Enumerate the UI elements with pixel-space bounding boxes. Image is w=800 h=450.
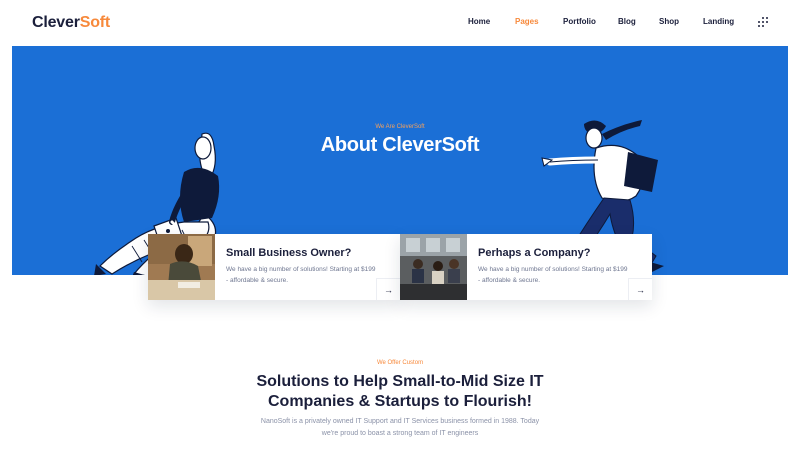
card-small-business[interactable]: Small Business Owner? We have a big numb… (148, 234, 400, 300)
section-desc-line: we're proud to boast a strong team of IT… (321, 430, 479, 437)
section-title: Solutions to Help Small-to-Mid Size IT C… (0, 372, 800, 412)
section-desc-line: NanoSoft is a privately owned IT Support… (260, 418, 540, 425)
section-title-line: Solutions to Help Small-to-Mid Size IT (256, 373, 544, 390)
section-kicker: We Offer Custom (376, 360, 424, 366)
hero-kicker: We Are CleverSoft (375, 124, 425, 130)
hero-title: About CleverSoft (320, 134, 480, 156)
card-title: Small Business Owner? (226, 247, 352, 259)
section-title-line: Companies & Startups to Flourish! (267, 393, 532, 410)
grid-dots-icon[interactable] (757, 17, 769, 29)
nav-home[interactable]: Home (468, 17, 490, 26)
nav-shop[interactable]: Shop (659, 17, 679, 26)
arrow-right-icon[interactable]: → (628, 278, 652, 300)
section-description: NanoSoft is a privately owned IT Support… (0, 416, 800, 440)
nav-blog[interactable]: Blog (618, 17, 636, 26)
main-nav: Home Pages Portfolio Blog Shop Landing (0, 17, 800, 31)
nav-landing[interactable]: Landing (703, 17, 734, 26)
card-company[interactable]: Perhaps a Company? We have a big number … (400, 234, 652, 300)
nav-pages[interactable]: Pages (515, 17, 539, 26)
nav-portfolio[interactable]: Portfolio (563, 17, 596, 26)
card-title: Perhaps a Company? (478, 247, 591, 259)
site-header: CleverSoft Home Pages Portfolio Blog Sho… (0, 0, 800, 46)
card-description: We have a big number of solutions! Start… (226, 266, 376, 284)
card-photo-office-team (400, 234, 467, 300)
arrow-right-icon[interactable]: → (376, 278, 400, 300)
card-description: We have a big number of solutions! Start… (478, 266, 628, 284)
card-photo-person-working (148, 234, 215, 300)
